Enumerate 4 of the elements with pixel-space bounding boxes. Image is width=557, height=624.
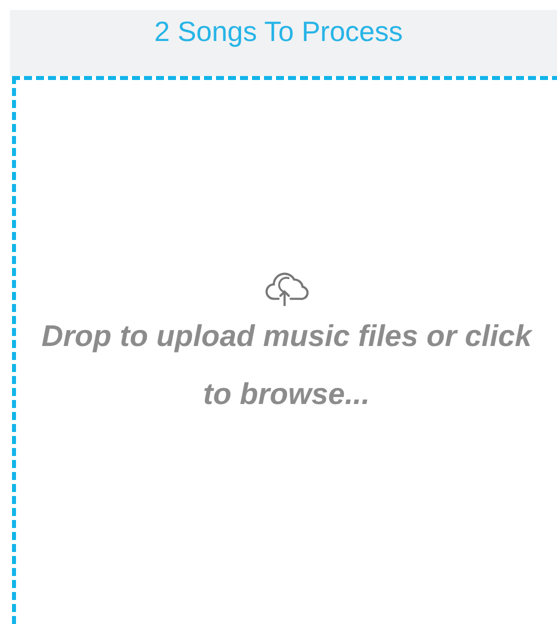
cloud-upload-icon	[262, 270, 310, 306]
upload-dropzone[interactable]: Drop to upload music files or click to browse...	[12, 76, 557, 624]
upload-instructions: Drop to upload music files or click to browse...	[40, 319, 534, 413]
songs-count-title: 2 Songs To Process	[154, 16, 403, 49]
